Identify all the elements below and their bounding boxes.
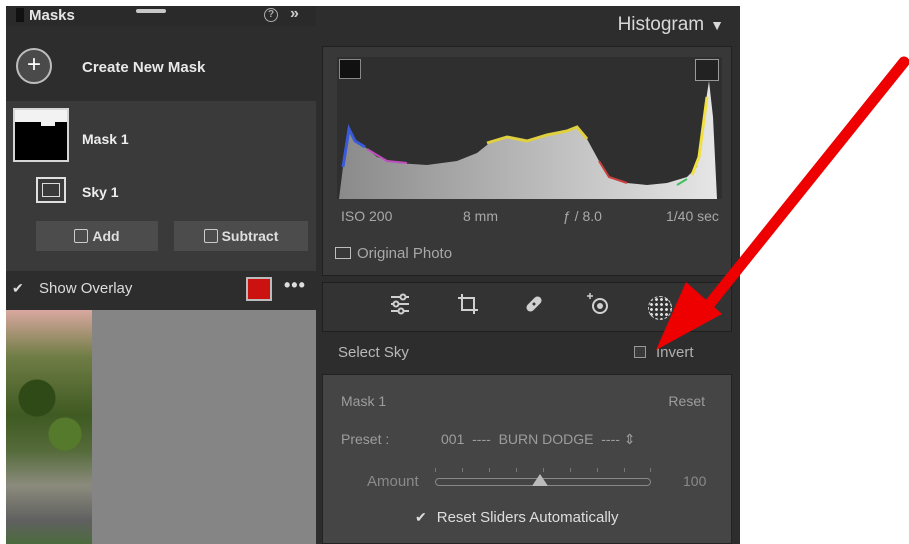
original-photo-label: Original Photo: [357, 245, 453, 262]
exif-aperture: ƒ / 8.0: [563, 208, 602, 224]
show-overlay-label: Show Overlay: [39, 280, 133, 297]
create-new-mask-button[interactable]: + Create New Mask: [14, 46, 304, 86]
photo-preview[interactable]: [6, 310, 316, 544]
overlay-color-swatch[interactable]: [246, 277, 272, 301]
mask-name: Mask 1: [82, 131, 129, 147]
amount-slider-thumb[interactable]: [532, 474, 548, 486]
crop-icon[interactable]: [453, 292, 483, 322]
show-overlay-checkbox[interactable]: ✔: [12, 280, 24, 297]
collapse-triangle-icon[interactable]: ▼: [710, 17, 724, 33]
sky-mask-icon[interactable]: [36, 177, 66, 203]
tool-strip: [322, 282, 732, 332]
mask-list-item[interactable]: Mask 1 Sky 1 Add Subtract: [6, 101, 316, 271]
histogram-box: ISO 200 8 mm ƒ / 8.0 1/40 sec Original P…: [322, 46, 732, 276]
edit-sliders-icon[interactable]: [385, 292, 415, 322]
mask-settings-panel: Mask 1 Reset Preset : 001 ---- BURN DODG…: [322, 374, 732, 544]
invert-label: Invert: [656, 344, 694, 361]
preset-select[interactable]: 001 ---- BURN DODGE ---- ⇕: [441, 431, 636, 448]
histogram-title: Histogram: [617, 14, 705, 35]
masking-icon[interactable]: [645, 292, 675, 322]
subtract-button[interactable]: Subtract: [174, 221, 308, 251]
highlight-clipping-icon[interactable]: [695, 59, 719, 81]
histogram-header[interactable]: Histogram ▼: [618, 14, 724, 36]
mask-component-name: Sky 1: [82, 184, 119, 200]
add-button[interactable]: Add: [36, 221, 158, 251]
preset-label: Preset :: [341, 431, 390, 447]
subtract-icon: [203, 229, 218, 243]
mask-thumbnail[interactable]: [13, 108, 69, 162]
develop-panel: Histogram ▼ ISO 200 8 mm ƒ / 8.0 1/40 sec…: [316, 6, 740, 544]
plus-icon: +: [16, 48, 52, 84]
drag-handle[interactable]: [136, 9, 166, 13]
checkmark-icon: ✔: [415, 509, 427, 525]
reset-sliders-label: Reset Sliders Automatically: [436, 509, 619, 526]
invert-checkbox-box[interactable]: [634, 346, 646, 358]
more-options-icon[interactable]: •••: [284, 275, 306, 296]
create-new-mask-label: Create New Mask: [82, 59, 206, 76]
mask-settings-title: Mask 1: [341, 393, 387, 409]
healing-icon[interactable]: [519, 292, 549, 322]
add-label: Add: [92, 228, 120, 244]
reset-sliders-automatically-checkbox[interactable]: ✔ Reset Sliders Automatically: [415, 509, 618, 526]
subtract-label: Subtract: [221, 228, 279, 244]
panel-grip: [16, 8, 24, 22]
masks-panel-header: Masks ? »: [6, 6, 316, 26]
amount-value[interactable]: 100: [683, 473, 706, 489]
collapse-icon[interactable]: »: [290, 6, 299, 23]
original-photo-toggle[interactable]: Original Photo: [335, 245, 452, 262]
amount-slider[interactable]: [435, 474, 651, 486]
add-icon: [74, 229, 89, 243]
exif-iso: ISO 200: [341, 208, 393, 224]
histogram-graph: [337, 57, 722, 199]
red-eye-icon[interactable]: [583, 292, 613, 322]
shadow-clipping-icon[interactable]: [339, 59, 361, 79]
original-photo-checkbox[interactable]: [335, 247, 351, 259]
help-icon[interactable]: ?: [264, 8, 278, 22]
reset-button[interactable]: Reset: [668, 393, 705, 409]
invert-checkbox[interactable]: Invert: [634, 344, 694, 361]
mask-overlay-area: [92, 310, 316, 544]
masks-panel: Masks ? » + Create New Mask Mask 1 Sky 1…: [6, 6, 316, 544]
masks-panel-title: Masks: [29, 7, 75, 24]
select-sky-label: Select Sky: [338, 344, 409, 361]
exif-focal-length: 8 mm: [463, 208, 498, 224]
show-overlay-row: ✔ Show Overlay •••: [6, 275, 316, 303]
exif-shutter: 1/40 sec: [666, 208, 719, 224]
amount-label: Amount: [367, 473, 419, 490]
